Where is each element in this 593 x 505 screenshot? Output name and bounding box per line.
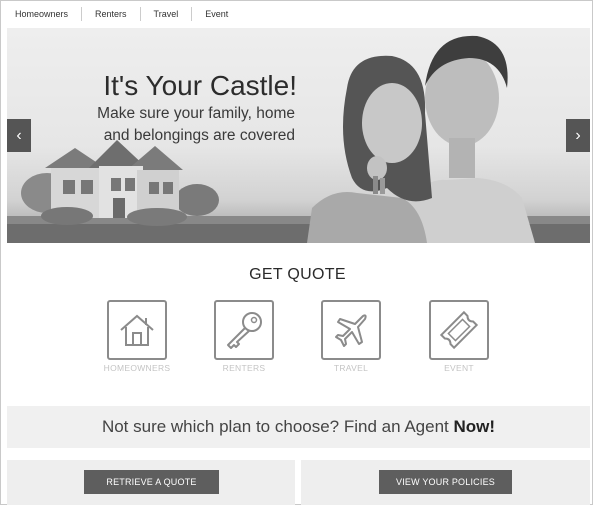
house-illustration: [41, 140, 187, 226]
find-agent-banner[interactable]: Not sure which plan to choose? Find an A…: [7, 406, 590, 448]
find-agent-now-link[interactable]: Now!: [454, 417, 496, 436]
couple-photo: [307, 35, 535, 243]
carousel-next-button[interactable]: ›: [566, 119, 590, 152]
hero-subtitle-line-1: Make sure your family, home: [97, 105, 295, 122]
quote-label-homeowners: HOMEOWNERS: [103, 363, 171, 373]
quote-label-travel: TRAVEL: [333, 363, 369, 373]
retrieve-quote-button[interactable]: RETRIEVE A QUOTE: [84, 470, 219, 494]
event-icon-box[interactable]: [429, 300, 489, 360]
carousel-prev-button[interactable]: ‹: [7, 119, 31, 152]
hero-title: It's Your Castle!: [103, 70, 297, 101]
find-agent-text: Not sure which plan to choose? Find an A…: [101, 417, 454, 436]
tab-renters[interactable]: Renters: [82, 7, 141, 21]
airplane-icon: [335, 314, 367, 347]
travel-icon-box[interactable]: [321, 300, 381, 360]
house-icon: [120, 314, 154, 346]
quote-option-renters[interactable]: RENTERS: [204, 300, 284, 373]
page-frame: Homeowners Renters Travel Event It's You…: [0, 0, 593, 505]
tab-homeowners[interactable]: Homeowners: [1, 7, 83, 21]
homeowners-icon-box[interactable]: [107, 300, 167, 360]
tab-travel[interactable]: Travel: [141, 7, 193, 21]
renters-icon-box[interactable]: [214, 300, 274, 360]
ticket-icon: [439, 310, 479, 350]
key-icon: [227, 312, 262, 349]
retrieve-quote-panel: RETRIEVE A QUOTE: [7, 460, 295, 505]
view-policies-button[interactable]: VIEW YOUR POLICIES: [379, 470, 512, 494]
view-policies-panel: VIEW YOUR POLICIES: [301, 460, 590, 505]
top-nav: Homeowners Renters Travel Event: [1, 1, 241, 27]
quote-option-event[interactable]: EVENT: [419, 300, 499, 373]
quote-label-renters: RENTERS: [222, 363, 266, 373]
tab-event[interactable]: Event: [192, 7, 241, 21]
hero-subtitle: Make sure your family, home and belongin…: [37, 103, 295, 147]
quote-option-travel[interactable]: TRAVEL: [311, 300, 391, 373]
get-quote-heading: GET QUOTE: [249, 266, 346, 283]
hero-carousel: It's Your Castle! Make sure your family,…: [7, 28, 590, 243]
hero-subtitle-line-2: and belongings are covered: [103, 127, 295, 144]
quote-label-event: EVENT: [444, 363, 474, 373]
quote-option-homeowners[interactable]: HOMEOWNERS: [97, 300, 177, 373]
